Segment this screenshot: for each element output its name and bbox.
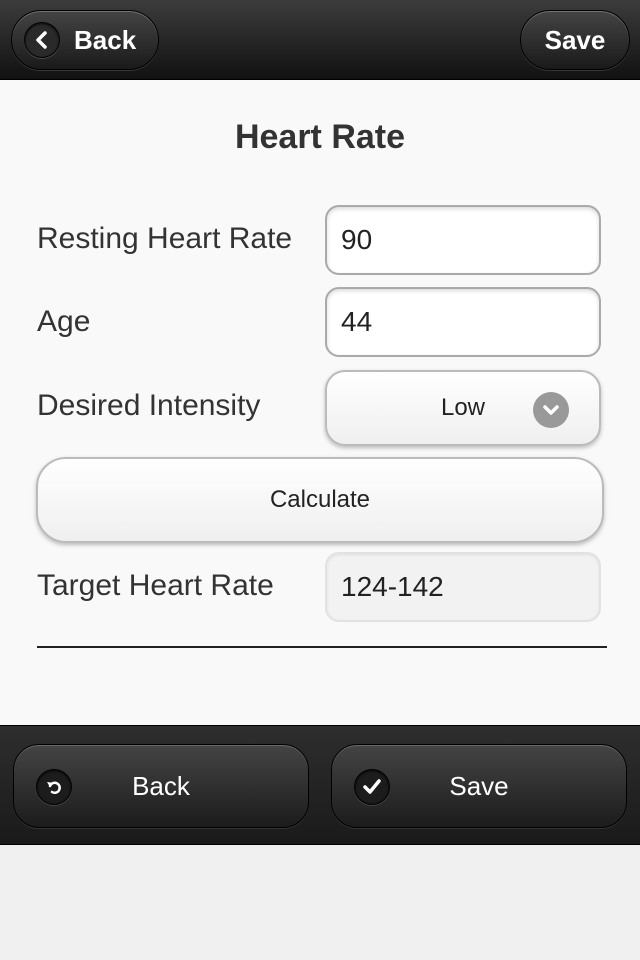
desired-intensity-select[interactable]: Low bbox=[325, 370, 601, 446]
desired-intensity-value: Low bbox=[440, 394, 486, 421]
header-back-button[interactable]: Back bbox=[11, 10, 159, 70]
chevron-left-icon bbox=[24, 22, 60, 58]
target-heart-rate-value: 124-142 bbox=[341, 571, 444, 602]
age-value: 44 bbox=[341, 306, 373, 337]
divider bbox=[37, 646, 607, 648]
footer-back-label: Back bbox=[132, 770, 190, 801]
checkmark-icon bbox=[354, 769, 390, 805]
age-label: Age bbox=[37, 305, 91, 338]
footer-bar: Back Save bbox=[0, 725, 640, 845]
target-heart-rate-label: Target Heart Rate bbox=[37, 569, 274, 602]
resting-heart-rate-value: 90 bbox=[341, 224, 373, 255]
calculate-label: Calculate bbox=[269, 486, 371, 513]
header-save-button[interactable]: Save bbox=[520, 10, 630, 70]
resting-heart-rate-label: Resting Heart Rate bbox=[37, 222, 293, 255]
resting-heart-rate-input[interactable]: 90 bbox=[325, 205, 601, 275]
calculate-button[interactable]: Calculate bbox=[36, 457, 604, 543]
footer-save-label: Save bbox=[449, 770, 509, 801]
header-save-label: Save bbox=[544, 24, 606, 55]
undo-arrow-icon bbox=[36, 769, 72, 805]
target-heart-rate-output: 124-142 bbox=[325, 552, 601, 622]
header-back-label: Back bbox=[74, 24, 137, 55]
footer-save-button[interactable]: Save bbox=[331, 744, 627, 828]
chevron-down-icon bbox=[533, 392, 569, 428]
desired-intensity-label: Desired Intensity bbox=[37, 389, 261, 422]
header-bar: Back Save bbox=[0, 0, 640, 80]
footer-back-button[interactable]: Back bbox=[13, 744, 309, 828]
main-content: Heart Rate Resting Heart Rate 90 Age 44 … bbox=[0, 80, 640, 725]
page-title: Heart Rate bbox=[234, 118, 406, 156]
age-input[interactable]: 44 bbox=[325, 287, 601, 357]
